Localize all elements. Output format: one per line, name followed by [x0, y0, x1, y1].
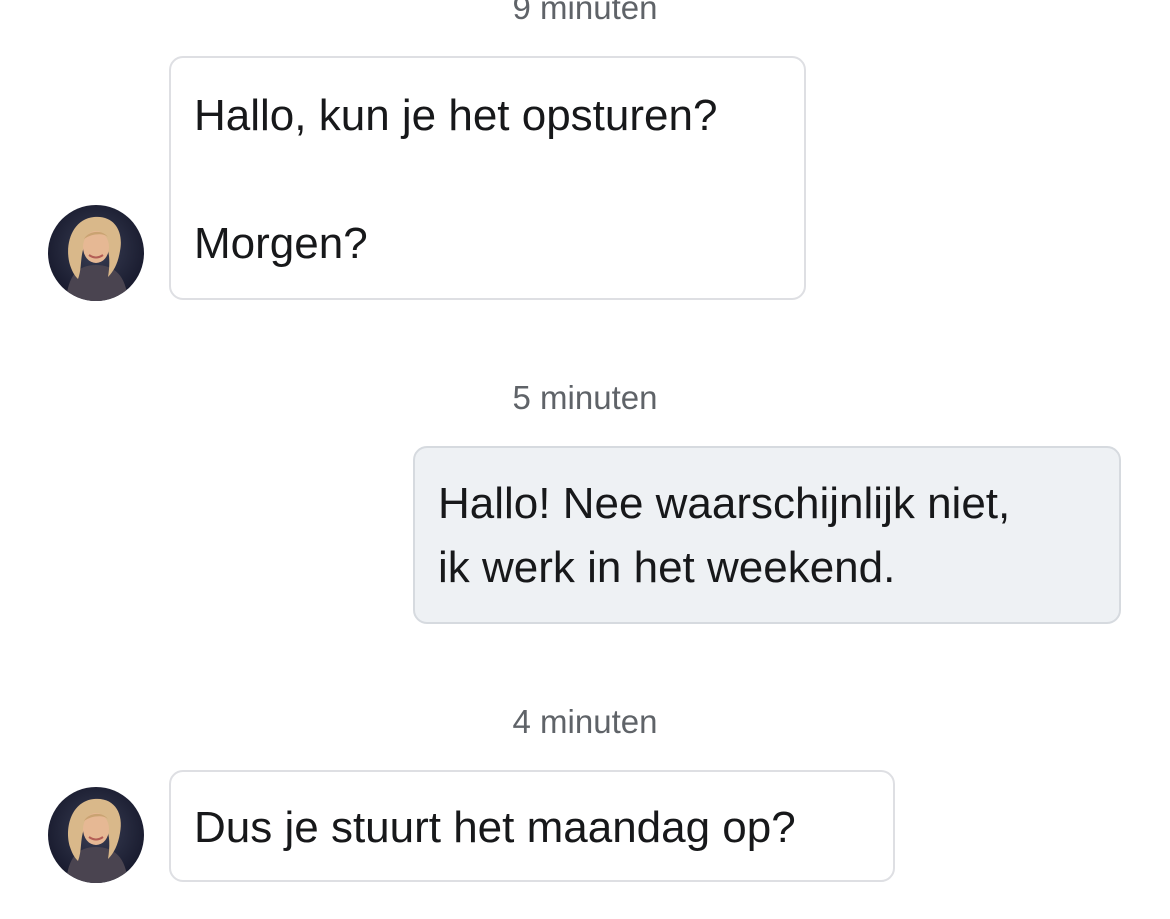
message-timestamp: 9 minuten	[512, 0, 658, 26]
message-bubble-outgoing[interactable]: Hallo! Nee waarschijnlijk niet, ik werk …	[413, 446, 1121, 624]
contact-avatar[interactable]	[48, 205, 144, 301]
message-text-line: Hallo! Nee waarschijnlijk niet,	[438, 479, 1011, 528]
message-text-line	[194, 148, 804, 212]
message-timestamp: 4 minuten	[512, 703, 658, 740]
contact-avatar-icon	[48, 787, 144, 883]
message-bubble-incoming[interactable]: Hallo, kun je het opsturen? Morgen?	[169, 56, 806, 300]
message-timestamp: 5 minuten	[512, 379, 658, 416]
message-text-line: Morgen?	[194, 219, 368, 268]
message-bubble-incoming[interactable]: Dus je stuurt het maandag op?	[169, 770, 895, 882]
message-text-line: ik werk in het weekend.	[438, 543, 896, 592]
message-text-line: Hallo, kun je het opsturen?	[194, 91, 718, 140]
contact-avatar[interactable]	[48, 787, 144, 883]
message-text-line: Dus je stuurt het maandag op?	[194, 803, 796, 852]
contact-avatar-icon	[48, 205, 144, 301]
